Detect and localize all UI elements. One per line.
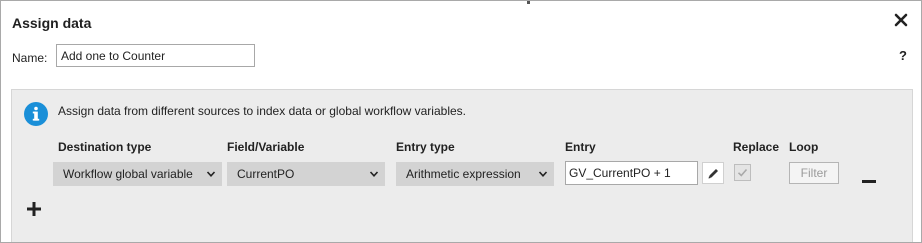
- column-header-destination-type: Destination type: [58, 140, 152, 154]
- loop-filter-button[interactable]: Filter: [789, 162, 839, 184]
- chevron-down-icon: [538, 171, 548, 177]
- plus-icon: [27, 202, 41, 216]
- name-label: Name:: [12, 51, 48, 65]
- remove-row-button[interactable]: [862, 173, 876, 183]
- close-icon: [894, 13, 908, 27]
- column-header-field-variable: Field/Variable: [227, 140, 305, 154]
- minus-icon: [862, 180, 876, 183]
- field-variable-value: CurrentPO: [237, 167, 295, 181]
- name-field[interactable]: [56, 44, 255, 67]
- check-icon: [737, 168, 748, 177]
- help-button[interactable]: ?: [899, 48, 907, 63]
- add-row-button[interactable]: [27, 202, 41, 216]
- entry-input[interactable]: [565, 161, 698, 185]
- replace-checkbox[interactable]: [734, 164, 751, 181]
- window-edge-marker: [527, 1, 530, 4]
- column-header-loop: Loop: [789, 140, 819, 154]
- assign-data-dialog: Assign data ? Name: Assign data from dif…: [0, 0, 922, 243]
- info-text: Assign data from different sources to in…: [58, 104, 466, 118]
- destination-type-value: Workflow global variable: [63, 167, 193, 181]
- column-header-entry-type: Entry type: [396, 140, 455, 154]
- chevron-down-icon: [206, 171, 216, 177]
- entry-type-select[interactable]: Arithmetic expression: [396, 162, 554, 186]
- close-button[interactable]: [893, 12, 909, 28]
- dialog-title: Assign data: [12, 15, 92, 31]
- assignment-panel: Assign data from different sources to in…: [11, 89, 913, 242]
- entry-type-value: Arithmetic expression: [406, 167, 521, 181]
- column-header-entry: Entry: [565, 140, 596, 154]
- pencil-icon: [708, 169, 718, 179]
- chevron-down-icon: [369, 171, 379, 177]
- column-header-replace: Replace: [733, 140, 780, 154]
- field-variable-select[interactable]: CurrentPO: [227, 162, 385, 186]
- info-icon: [24, 102, 48, 126]
- destination-type-select[interactable]: Workflow global variable: [53, 162, 222, 186]
- edit-entry-button[interactable]: [702, 162, 724, 184]
